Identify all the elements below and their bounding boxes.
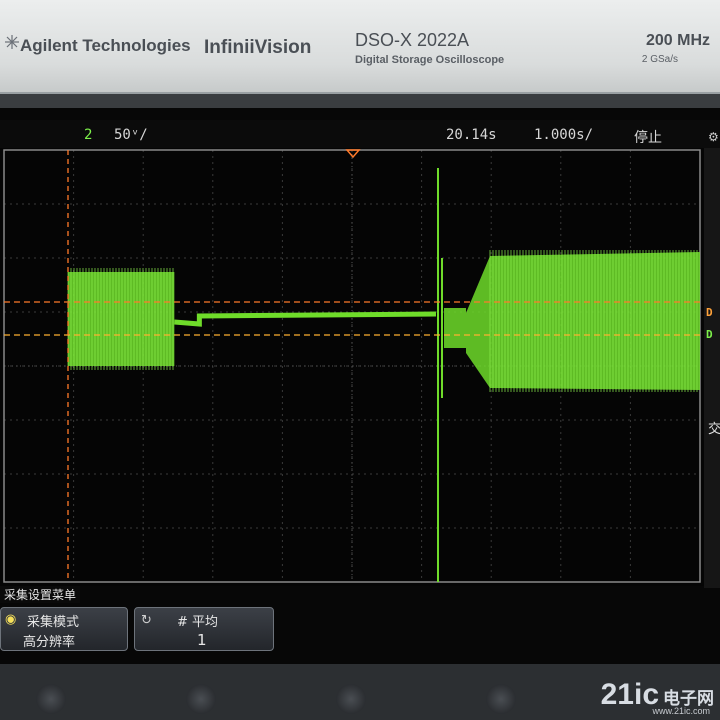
- watermark-url: www.21ic.com: [652, 706, 710, 716]
- instrument-bezel: Agilent Technologies InfiniiVision DSO-X…: [0, 0, 720, 94]
- right-info-panel: [704, 148, 720, 588]
- rotate-knob-icon: ↻: [141, 613, 152, 628]
- right-panel-text: 交: [708, 422, 720, 437]
- model-description: Digital Storage Oscilloscope: [355, 54, 505, 66]
- softkey-menu-title: 采集设置菜单: [0, 586, 81, 603]
- right-panel-label-2: D: [706, 328, 713, 341]
- acq-mode-value: 高分辨率: [23, 635, 76, 650]
- watermark-big: 21ic: [600, 678, 659, 711]
- channel-scale[interactable]: 50ᵛ/: [114, 127, 148, 143]
- channel-number[interactable]: 2: [84, 127, 92, 143]
- waveform-svg: [0, 148, 704, 586]
- time-scale[interactable]: 1.000s/: [534, 127, 593, 143]
- time-position[interactable]: 20.14s: [446, 127, 497, 143]
- softkey-button-3[interactable]: [336, 684, 366, 714]
- brand-name: Agilent Technologies: [20, 36, 191, 55]
- sample-rate-label: 2 GSa/s: [641, 54, 678, 65]
- bandwidth-label: 200 MHz: [645, 32, 710, 49]
- softkey-button-2[interactable]: [186, 684, 216, 714]
- acquisition-mode-softkey[interactable]: ◉ 采集模式 高分辨率: [0, 607, 128, 651]
- run-state: 停止: [634, 130, 662, 146]
- waveform-display: [0, 148, 704, 586]
- softkey-button-1[interactable]: [36, 684, 66, 714]
- model-name: DSO-X 2022A: [355, 30, 470, 50]
- averages-label: # 平均: [177, 615, 219, 630]
- rotary-select-icon: ◉: [5, 612, 17, 627]
- agilent-logo-icon: [5, 35, 19, 49]
- softkey-button-4[interactable]: [486, 684, 516, 714]
- settings-icon[interactable]: ⚙: [708, 130, 720, 144]
- waveform-burst-1: [68, 272, 175, 366]
- averages-value: 1: [197, 631, 207, 649]
- status-bar: 2 50ᵛ/ 20.14s 1.000s/ 停止: [0, 120, 720, 148]
- right-panel-label-1: D: [706, 306, 713, 319]
- series-name: InfiniiVision: [204, 37, 312, 58]
- acq-mode-label: 采集模式: [27, 615, 80, 630]
- waveform-transition: [444, 308, 466, 348]
- averages-softkey[interactable]: ↻ # 平均 1: [134, 607, 274, 651]
